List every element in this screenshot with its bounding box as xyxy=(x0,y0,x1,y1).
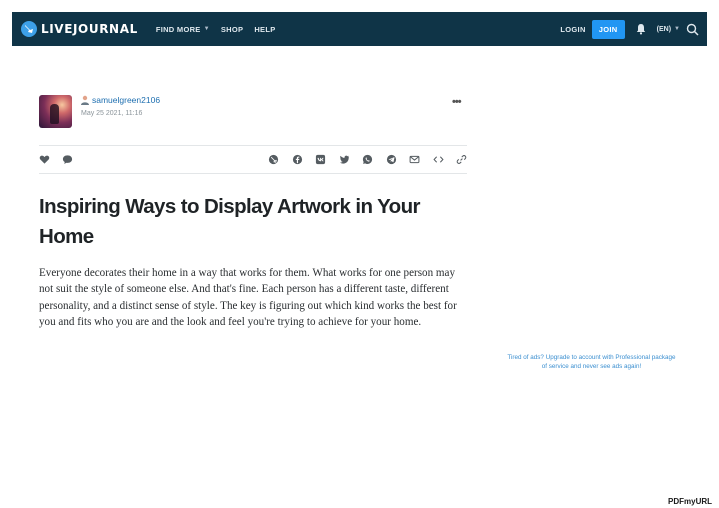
livejournal-share-icon[interactable] xyxy=(268,154,279,165)
nav-shop[interactable]: SHOP xyxy=(221,25,243,34)
divider xyxy=(39,145,467,146)
post-body: Everyone decorates their home in a way t… xyxy=(39,267,457,329)
join-button[interactable]: JOIN xyxy=(591,19,625,39)
nav-help[interactable]: HELP xyxy=(254,25,275,34)
livejournal-logo[interactable]: LIVEJOURNAL xyxy=(21,21,138,37)
avatar[interactable] xyxy=(39,95,72,128)
nav-find-more[interactable]: FIND MORE ▼ xyxy=(156,25,210,34)
bell-icon[interactable] xyxy=(635,23,647,35)
post-title: Inspiring Ways to Display Artwork in You… xyxy=(39,195,421,248)
chevron-down-icon: ▼ xyxy=(674,26,680,32)
heart-icon[interactable] xyxy=(39,154,50,165)
login-link[interactable]: LOGIN xyxy=(560,25,585,34)
twitter-icon[interactable] xyxy=(339,154,350,165)
comment-icon[interactable] xyxy=(62,154,73,165)
logo-text: LIVEJOURNAL xyxy=(41,22,138,36)
post-actions-bar xyxy=(39,151,467,167)
livejournal-logo-icon xyxy=(21,21,37,37)
facebook-icon[interactable] xyxy=(292,154,303,165)
telegram-icon[interactable] xyxy=(386,154,397,165)
email-icon[interactable] xyxy=(409,154,420,165)
chevron-down-icon: ▼ xyxy=(203,26,210,32)
main-nav: FIND MORE ▼ SHOP HELP xyxy=(156,25,287,34)
nav-help-label: HELP xyxy=(254,24,276,34)
upgrade-ad-link[interactable]: Tired of ads? Upgrade to account with Pr… xyxy=(506,353,677,371)
nav-shop-label: SHOP xyxy=(220,24,244,34)
language-selector[interactable]: (EN) ▼ xyxy=(657,26,680,33)
vk-icon[interactable] xyxy=(315,154,326,165)
post-date: May 25 2021, 11:16 xyxy=(81,110,143,117)
divider xyxy=(39,173,467,174)
user-icon xyxy=(81,95,89,105)
share-buttons xyxy=(256,154,468,165)
embed-icon[interactable] xyxy=(432,154,444,165)
header-right: LOGIN JOIN (EN) ▼ xyxy=(560,12,707,46)
pdfmyurl-logo: PDFmyURL xyxy=(668,497,712,506)
search-icon[interactable] xyxy=(686,23,699,36)
nav-find-more-label: FIND MORE xyxy=(155,24,201,34)
pdfmyurl-logo-text: PDFmyURL xyxy=(668,497,713,506)
more-options-button[interactable]: ••• xyxy=(452,96,462,108)
language-label: (EN) xyxy=(656,25,672,33)
link-icon[interactable] xyxy=(456,154,467,165)
author-line: samuelgreen2106 xyxy=(80,95,160,105)
whatsapp-icon[interactable] xyxy=(362,154,373,165)
author-username[interactable]: samuelgreen2106 xyxy=(92,95,160,105)
top-header: LIVEJOURNAL FIND MORE ▼ SHOP HELP LOGIN … xyxy=(12,12,707,46)
